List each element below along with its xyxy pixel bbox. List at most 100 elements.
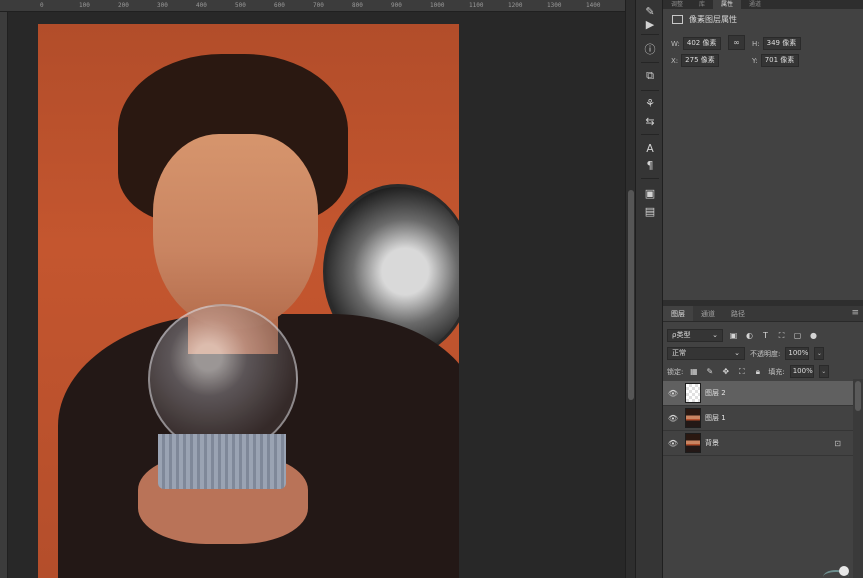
panel-icon-strip: ✎ ▶ ⓘ ⧉ ⚘ ⇆ A ¶ ▣ ▤ [635, 0, 663, 578]
link-dimensions-icon[interactable]: ∞ [728, 35, 745, 50]
visibility-eye-icon[interactable]: 👁︎ [663, 414, 683, 423]
ruler-tick-label: 300 [157, 2, 168, 9]
pixel-layer-icon [672, 14, 683, 24]
photo-globe-base [158, 434, 286, 489]
document-canvas[interactable] [8, 12, 625, 578]
tab-channels-top[interactable]: 通道 [741, 0, 769, 9]
visibility-eye-icon[interactable]: 👁︎ [663, 439, 683, 448]
ruler-tick-label: 500 [235, 2, 246, 9]
width-label: W: [671, 39, 680, 48]
info-icon[interactable]: ⓘ [641, 41, 659, 57]
right-panel: 调整 库 属性 通道 像素图层属性 W: 402 像素 ∞ H: 349 像素 … [663, 0, 863, 578]
ruler-tick-label: 200 [118, 2, 129, 9]
ruler-tick-label: 900 [391, 2, 402, 9]
width-input[interactable]: 402 像素 [682, 37, 721, 50]
ruler-tick-label: 600 [274, 2, 285, 9]
visibility-eye-icon[interactable]: 👁︎ [663, 389, 683, 398]
layer-thumbnail [685, 433, 701, 453]
y-input[interactable]: 701 像素 [760, 54, 799, 67]
ruler-tick-label: 1100 [469, 2, 484, 9]
x-label: X: [671, 56, 679, 65]
tab-properties[interactable]: 属性 [713, 0, 742, 9]
layer-name[interactable]: 背景 [705, 438, 834, 448]
notes-icon[interactable]: ▤ [641, 203, 659, 219]
ruler-tick-label: 1000 [430, 2, 445, 9]
lock-label: 锁定: [667, 367, 684, 376]
ruler-tick-label: 700 [313, 2, 324, 9]
filter-kind-value: ρ类型 [672, 331, 691, 339]
layer-name[interactable]: 图层 1 [705, 413, 853, 423]
brush-settings-icon[interactable]: ⇆ [641, 113, 659, 129]
filter-kind-select[interactable]: ρ类型 ⌄ [667, 329, 723, 342]
lock-image-icon[interactable]: ✎ [704, 366, 715, 377]
filter-shape-icon[interactable]: ⛶ [776, 330, 787, 341]
layer-row[interactable]: 👁︎ 图层 1 [663, 406, 853, 431]
y-label: Y: [752, 56, 758, 65]
paragraph-icon[interactable]: ¶ [641, 157, 659, 173]
blend-mode-select[interactable]: 正常 ⌄ [667, 347, 745, 360]
height-field: H: 349 像素 [752, 37, 801, 50]
chevron-down-icon: ⌄ [712, 331, 718, 339]
lock-all-icon[interactable]: 🔒︎ [752, 366, 763, 377]
ruler-tick-label: 1200 [508, 2, 523, 9]
horizontal-ruler: 0 100 200 300 400 500 600 700 800 900 10… [0, 0, 625, 12]
fill-input[interactable]: 100% [789, 365, 814, 378]
x-field: X: 275 像素 [671, 54, 720, 67]
panel-menu-icon[interactable]: ≡ [851, 306, 859, 321]
layer-name[interactable]: 图层 2 [705, 388, 853, 398]
height-input[interactable]: 349 像素 [762, 37, 801, 50]
properties-header: 像素图层属性 [663, 10, 863, 28]
blend-opacity-row: 正常 ⌄ 不透明度: 100% ⌄ [663, 345, 863, 362]
ruler-tick-label: 100 [79, 2, 90, 9]
brush-presets-icon[interactable]: ⚘ [641, 95, 659, 111]
layer-row[interactable]: 👁︎ 图层 2 [663, 381, 853, 406]
glyphs-icon[interactable]: ▣ [641, 185, 659, 201]
photo-face [153, 134, 318, 329]
width-field: W: 402 像素 [671, 37, 721, 50]
clone-source-icon[interactable]: ⧉ [641, 68, 659, 84]
ruler-tick-label: 800 [352, 2, 363, 9]
filter-pixel-icon[interactable]: ▣ [728, 330, 739, 341]
lock-transparent-icon[interactable]: ▦ [688, 366, 699, 377]
x-input[interactable]: 275 像素 [681, 54, 720, 67]
character-icon[interactable]: A [641, 140, 659, 156]
blend-mode-value: 正常 [672, 349, 686, 357]
tab-channels[interactable]: 通道 [693, 306, 723, 321]
fill-dropdown-icon[interactable]: ⌄ [818, 365, 829, 378]
filter-adjustment-icon[interactable]: ◐ [744, 330, 755, 341]
opacity-input[interactable]: 100% [785, 347, 810, 360]
layers-scrollbar[interactable] [853, 379, 863, 578]
ruler-tick-label: 1400 [586, 2, 601, 9]
lock-icon: ⊡ [834, 438, 841, 448]
ruler-tick-label: 400 [196, 2, 207, 9]
tab-paths[interactable]: 路径 [723, 306, 753, 321]
layers-scrollbar-thumb[interactable] [855, 381, 861, 411]
lock-artboard-icon[interactable]: ⛶ [736, 366, 747, 377]
filter-type-icon[interactable]: T [760, 330, 771, 341]
canvas-photo[interactable] [38, 24, 459, 578]
play-actions-icon[interactable]: ▶ [641, 16, 659, 32]
properties-title: 像素图层属性 [689, 14, 737, 24]
ruler-tick-label: 0 [40, 2, 44, 9]
opacity-dropdown-icon[interactable]: ⌄ [814, 347, 825, 360]
watermark-logo [823, 564, 863, 578]
tab-adjustments[interactable]: 调整 [663, 0, 691, 9]
tab-layers[interactable]: 图层 [663, 306, 693, 321]
lock-fill-row: 锁定: ▦ ✎ ✥ ⛶ 🔒︎ 填充: 100% ⌄ [663, 363, 863, 380]
filter-toggle-icon[interactable]: ● [808, 330, 819, 341]
layer-filter-row: ρ类型 ⌄ ▣ ◐ T ⛶ ▢ ● [663, 327, 863, 344]
ruler-tick-label: 1300 [547, 2, 562, 9]
filter-smart-object-icon[interactable]: ▢ [792, 330, 803, 341]
layer-thumbnail [685, 408, 701, 428]
scrollbar-thumb[interactable] [628, 190, 634, 400]
opacity-label: 不透明度: [750, 349, 781, 358]
lock-position-icon[interactable]: ✥ [720, 366, 731, 377]
layer-row[interactable]: 👁︎ 背景 ⊡ [663, 431, 853, 456]
canvas-vertical-scrollbar[interactable] [625, 0, 635, 578]
height-label: H: [752, 39, 760, 48]
vertical-ruler [0, 12, 8, 578]
tab-libraries[interactable]: 库 [691, 0, 713, 9]
layer-thumbnail [685, 383, 701, 403]
photo-glass-globe [148, 304, 298, 454]
properties-tabs: 调整 库 属性 通道 [663, 0, 863, 9]
